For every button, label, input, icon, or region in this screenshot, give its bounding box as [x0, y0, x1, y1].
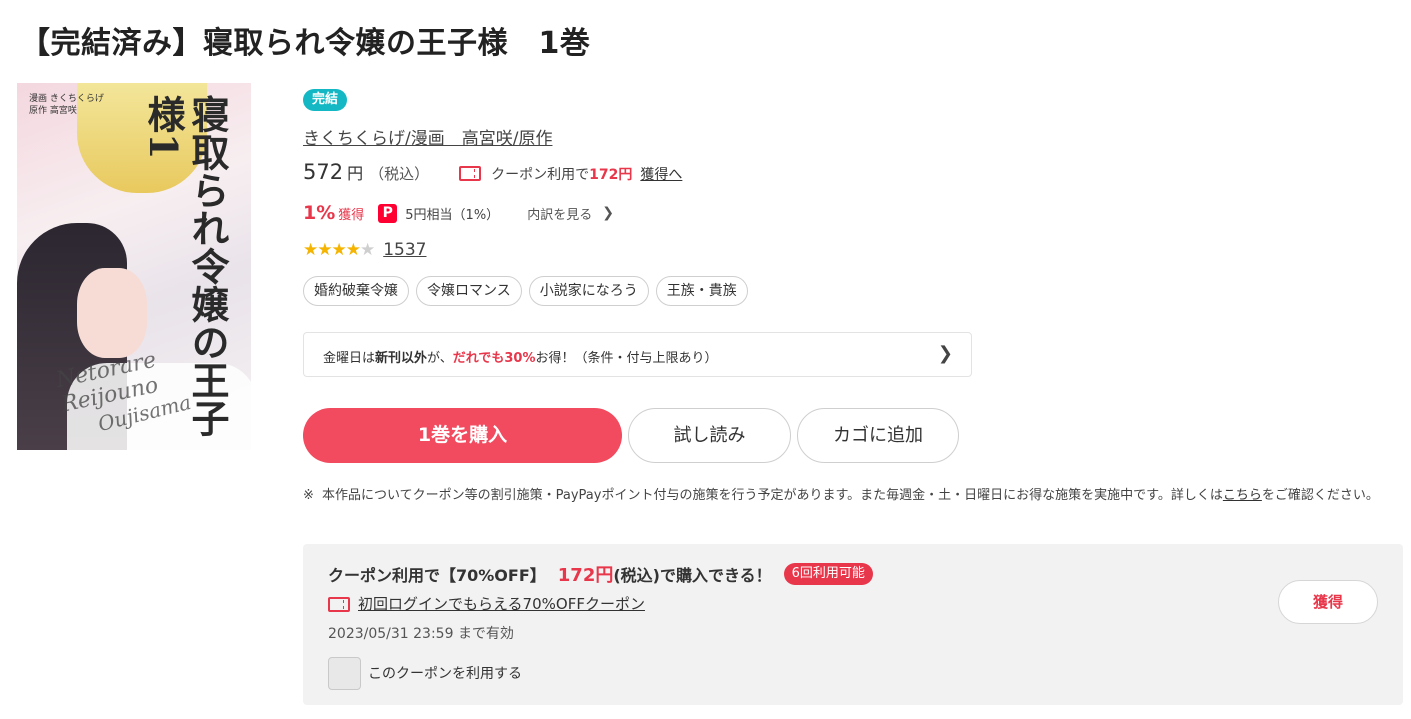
point-row: 1% 獲得 P 5円相当（1%） 内訳を見る ❯	[303, 202, 614, 224]
coupon-name-link[interactable]: 初回ログインでもらえる70%OFFクーポン	[358, 593, 645, 614]
page-title: 【完結済み】寝取られ令嬢の王子様 1巻	[20, 26, 591, 61]
cover-author-credit: 漫画 きくちくらげ 原作 高宮咲	[29, 94, 104, 116]
notice-tail: をご確認ください。	[1261, 488, 1379, 503]
status-badge: 完結	[303, 89, 348, 111]
price-row: 572 円 （税込） クーポン利用で 172円 獲得へ	[303, 160, 682, 184]
coupon-prefix: クーポン利用で	[491, 167, 590, 183]
point-get-label: 獲得	[338, 207, 365, 223]
chevron-right-icon: ❯	[937, 343, 953, 364]
tag-list: 婚約破棄令嬢 令嬢ロマンス 小説家になろう 王族・貴族	[303, 276, 748, 306]
trial-read-button[interactable]: 試し読み	[628, 408, 791, 463]
use-coupon-label[interactable]: このクーポンを利用する	[368, 663, 522, 683]
campaign-text: 金曜日は新刊以外が、だれでも30%お得！（条件・付与上限あり）	[323, 351, 718, 366]
coupon-discount-price: 172円	[557, 565, 614, 586]
coupon-headline: クーポン利用で【70%OFF】 172円 (税込)で購入できる！ 6回利用可能	[328, 561, 873, 587]
coupon-get-button[interactable]: 獲得	[1278, 580, 1378, 624]
campaign-notice: ※ 本作品についてクーポン等の割引施策・PayPayポイント付与の施策を行う予定…	[303, 486, 1398, 505]
coupon-get-link[interactable]: 獲得へ	[640, 164, 682, 184]
rating-row: ★★★★★ 1537	[303, 240, 426, 260]
point-detail-link[interactable]: 内訳を見る	[527, 204, 592, 223]
use-coupon-checkbox[interactable]	[328, 657, 361, 690]
notice-link[interactable]: こちら	[1223, 488, 1262, 503]
tag-chip[interactable]: 令嬢ロマンス	[416, 276, 522, 306]
coupon-price: 172円	[589, 167, 633, 183]
notice-text: 本作品についてクーポン等の割引施策・PayPayポイント付与の施策を行う予定があ…	[322, 488, 1223, 503]
coupon-panel: クーポン利用で【70%OFF】 172円 (税込)で購入できる！ 6回利用可能 …	[303, 544, 1403, 705]
tag-chip[interactable]: 小説家になろう	[528, 276, 649, 306]
tag-chip[interactable]: 婚約破棄令嬢	[303, 276, 409, 306]
point-percent: 1%	[303, 202, 336, 224]
usage-count-badge: 6回利用可能	[783, 563, 873, 585]
paypay-icon: P	[378, 203, 398, 223]
buy-button[interactable]: 1巻を購入	[303, 408, 622, 463]
add-to-cart-button[interactable]: カゴに追加	[797, 408, 959, 463]
cover-art-face	[77, 268, 147, 358]
coupon-icon	[328, 597, 350, 612]
notice-mark: ※	[303, 488, 314, 503]
coupon-icon	[459, 166, 482, 181]
book-cover-image[interactable]: 漫画 きくちくらげ 原作 高宮咲 寝取られ令嬢の王子様1 Netorare Re…	[17, 83, 251, 450]
review-count-link[interactable]: 1537	[383, 240, 426, 260]
price-value: 572	[303, 160, 344, 184]
tax-note: （税込）	[369, 165, 430, 183]
star-rating-icon: ★★★★★	[303, 240, 375, 260]
chevron-right-icon[interactable]: ❯	[602, 205, 614, 221]
coupon-name-row: 初回ログインでもらえる70%OFFクーポン	[328, 593, 645, 614]
point-yen: 5円相当（1%）	[405, 207, 500, 223]
coupon-expiry: 2023/05/31 23:59 まで有効	[328, 626, 514, 642]
price-unit: 円	[347, 164, 364, 183]
campaign-banner[interactable]: 金曜日は新刊以外が、だれでも30%お得！（条件・付与上限あり） ❯	[303, 332, 972, 377]
tag-chip[interactable]: 王族・貴族	[655, 276, 748, 306]
author-links[interactable]: きくちくらげ/漫画 高宮咲/原作	[303, 124, 552, 149]
